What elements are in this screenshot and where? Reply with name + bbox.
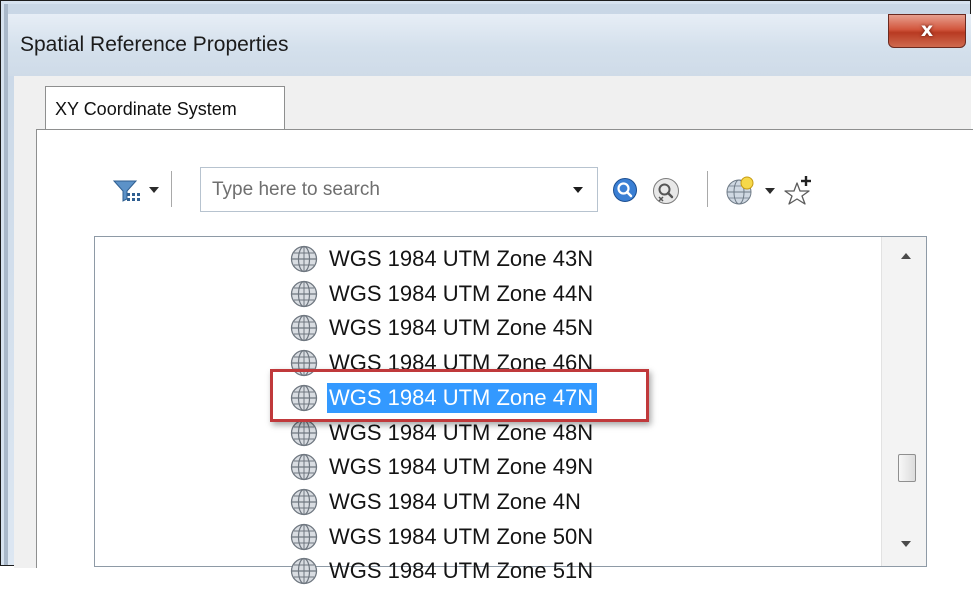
globe-icon	[290, 488, 318, 520]
globe-icon	[290, 245, 318, 277]
list-item-label: WGS 1984 UTM Zone 43N	[329, 246, 594, 271]
globe-icon	[290, 280, 318, 312]
window-title: Spatial Reference Properties	[20, 33, 289, 56]
list-item-label: WGS 1984 UTM Zone 48N	[329, 419, 594, 445]
toolbar-separator	[707, 171, 708, 207]
filter-icon[interactable]	[112, 179, 142, 205]
scroll-up-arrow[interactable]	[901, 253, 911, 259]
list-item-label: WGS 1984 UTM Zone 50N	[329, 523, 594, 549]
tab-xy-coordinate-system[interactable]: XY Coordinate System	[45, 86, 285, 130]
globe-dropdown-arrow[interactable]	[765, 188, 775, 194]
search-icon[interactable]	[612, 177, 638, 203]
list-item-label: WGS 1984 UTM Zone 44N	[329, 280, 594, 306]
list-scrollbar[interactable]	[881, 237, 926, 566]
globe-icon	[290, 419, 318, 451]
globe-icon	[290, 523, 318, 555]
close-button[interactable]: x	[888, 14, 966, 48]
search-combobox[interactable]	[200, 167, 598, 212]
list-item-label: WGS 1984 UTM Zone 49N	[329, 454, 594, 480]
filter-dropdown-arrow[interactable]	[149, 187, 159, 193]
add-to-favorites-icon[interactable]	[784, 173, 816, 207]
search-input[interactable]	[202, 169, 562, 210]
scroll-down-arrow[interactable]	[901, 541, 911, 547]
search-dropdown-arrow[interactable]	[573, 187, 583, 193]
list-item-label: WGS 1984 UTM Zone 51N	[329, 558, 594, 584]
scroll-thumb[interactable]	[898, 454, 916, 482]
globe-icon	[290, 314, 318, 346]
new-coordinate-system-globe-icon[interactable]	[725, 176, 755, 206]
globe-icon	[290, 453, 318, 485]
clear-search-icon[interactable]	[652, 177, 680, 205]
selection-highlight-annotation	[270, 369, 649, 422]
list-item-label: WGS 1984 UTM Zone 45N	[329, 315, 594, 341]
globe-icon	[290, 557, 318, 589]
toolbar-separator	[171, 171, 172, 207]
list-item-label: WGS 1984 UTM Zone 4N	[329, 488, 581, 514]
